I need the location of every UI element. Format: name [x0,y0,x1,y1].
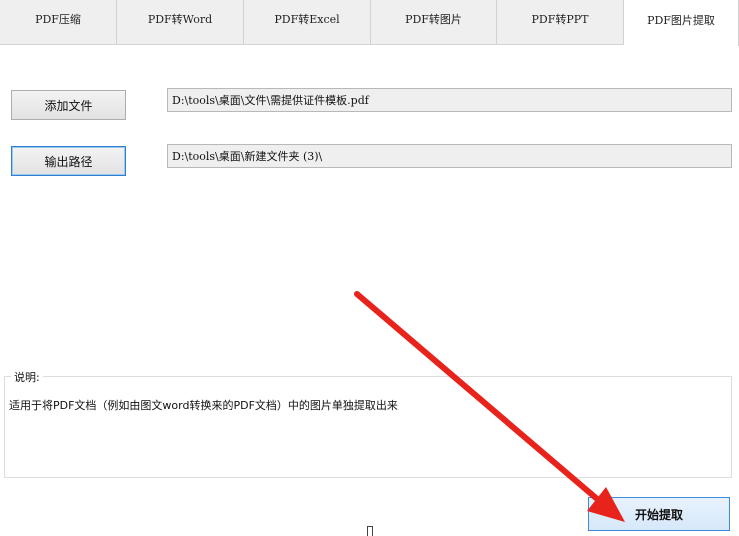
output-path-field[interactable]: D:\tools\桌面\新建文件夹 (3)\ [167,144,732,168]
tab-pdf-to-word[interactable]: PDF转Word [117,0,244,45]
description-legend: 说明: [11,369,43,385]
description-text: 适用于将PDF文档（例如由图文word转换来的PDF文档）中的图片单独提取出来 [9,399,398,412]
add-file-button[interactable]: 添加文件 [11,90,126,120]
tab-pdf-compress[interactable]: PDF压缩 [0,0,117,45]
output-path-button[interactable]: 输出路径 [11,146,126,176]
tab-pdf-to-ppt[interactable]: PDF转PPT [497,0,624,45]
tab-label: PDF压缩 [35,13,81,26]
description-group: 说明: 适用于将PDF文档（例如由图文word转换来的PDF文档）中的图片单独提… [4,369,732,478]
tab-pdf-image-extract[interactable]: PDF图片提取 [624,0,739,46]
start-extract-button[interactable]: 开始提取 [588,497,730,531]
tab-label: PDF图片提取 [647,14,715,27]
tab-label: PDF转Word [147,13,213,26]
tab-pdf-to-excel[interactable]: PDF转Excel [244,0,371,45]
input-file-path-field[interactable]: D:\tools\桌面\文件\需提供证件模板.pdf [167,88,732,112]
tab-label: PDF转PPT [531,13,589,26]
tab-strip: PDF压缩 PDF转Word PDF转Excel PDF转图片 PDF转PPT … [0,0,739,46]
text-caret-icon [367,526,373,536]
tab-label: PDF转图片 [405,13,462,26]
tab-label: PDF转Excel [274,13,340,26]
tab-pdf-to-image[interactable]: PDF转图片 [371,0,497,45]
